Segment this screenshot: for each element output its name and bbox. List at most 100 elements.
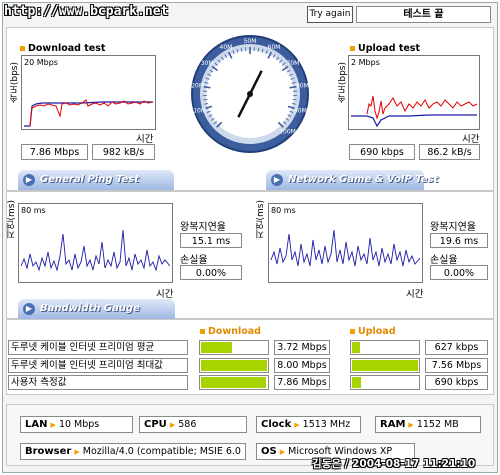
- upload-baseline: [351, 114, 477, 128]
- tab-network-game[interactable]: ▶ Network Game & VoIP Test: [266, 170, 438, 190]
- try-again-button[interactable]: Try again: [307, 6, 353, 23]
- ping-left-loss: 0.00%: [180, 265, 242, 280]
- download-xaxis: 시간: [136, 134, 154, 145]
- download-line: [29, 99, 154, 127]
- ping-right-loss: 0.00%: [430, 265, 488, 280]
- arrow-icon: ▶: [74, 448, 80, 456]
- signature: 김동은 / 2004-08-17 11:21:10: [312, 458, 476, 470]
- arrow-icon: ▶: [169, 421, 176, 429]
- upload-bar: [350, 375, 420, 390]
- ping-right-chart: [270, 229, 421, 267]
- ping-left-latency-label: 왕복지연율: [180, 222, 226, 233]
- upload-bar-fill: [352, 360, 418, 371]
- download-kbs: 982 kB/s: [92, 144, 155, 160]
- bandwidth-row-label: 두루넷 케이블 인터넷 프리미엄 평균: [8, 340, 188, 355]
- ping-left-yaxis: 지연(ms): [7, 200, 17, 239]
- ram-info: RAM ▶ 1152 MB: [375, 416, 481, 433]
- gauge-label: 60M: [268, 44, 281, 51]
- bandwidth-download-header-text: Download: [208, 326, 261, 337]
- lan-info: LAN ▶ 10 Mbps: [20, 416, 133, 433]
- gauge-label: 30M: [201, 60, 214, 67]
- tab-bandwidth-gauge[interactable]: ▶ Bandwidth Gauge: [18, 299, 175, 319]
- gauge-label: 70M: [286, 60, 299, 67]
- download-bar: [199, 375, 269, 390]
- gauge-label: 80M: [296, 83, 309, 90]
- gauge-tick: [203, 85, 211, 89]
- upload-title-text: Upload test: [358, 43, 420, 54]
- bandwidth-row-upload: 627 kbps: [425, 340, 488, 355]
- download-bar-fill: [201, 360, 267, 371]
- bandwidth-upload-header: Upload: [350, 326, 396, 337]
- ping-right-latency: 19.6 ms: [430, 233, 488, 248]
- ping-left-loss-label: 손실율: [180, 255, 208, 266]
- download-bar: [199, 340, 269, 355]
- download-title: Download test: [20, 43, 105, 54]
- browser-value: Mozilla/4.0 (compatible; MSIE 6.0: [82, 446, 241, 457]
- bandwidth-upload-header-text: Upload: [358, 326, 396, 337]
- upload-bar: [350, 340, 420, 355]
- download-bar: [199, 358, 269, 373]
- upload-bar: [350, 358, 420, 373]
- cpu-label: CPU: [144, 419, 167, 430]
- gauge-dial: 10M 20M 30M 40M 50M 60M 70M 80M 90M 100M: [191, 35, 309, 153]
- browser-label: Browser: [25, 446, 72, 457]
- arrow-icon: ▶: [50, 421, 56, 429]
- download-bar-fill: [201, 377, 266, 388]
- arrow-icon: ▶: [408, 421, 414, 429]
- cpu-value: 586: [178, 419, 197, 430]
- gauge-label: 40M: [220, 44, 233, 51]
- ping-right-graph: 80 ms: [268, 203, 423, 283]
- tab-general-ping[interactable]: ▶ General Ping Test: [18, 170, 174, 190]
- gauge-label: 10M: [193, 107, 206, 114]
- bandwidth-row-upload: 690 kbps: [425, 375, 488, 390]
- upload-title: Upload test: [350, 43, 420, 54]
- upload-xaxis: 시간: [462, 134, 480, 145]
- download-bar-fill: [201, 342, 232, 353]
- arrow-icon: ▶: [279, 448, 286, 456]
- ping-right-line: [270, 229, 421, 267]
- download-graph: 20 Mbps: [21, 55, 156, 130]
- tab-bandwidth-gauge-label: Bandwidth Gauge: [40, 303, 140, 314]
- bandwidth-download-header: Download: [200, 326, 261, 337]
- gauge-label: 90M: [294, 107, 307, 114]
- arrow-icon: ▶: [23, 303, 35, 315]
- clock-value: 1513 MHz: [302, 419, 351, 430]
- upload-bar-fill: [352, 342, 360, 353]
- gauge-tick: [203, 98, 208, 101]
- download-yaxis: 속도(bps): [10, 62, 20, 104]
- bandwidth-row-label: 두루넷 케이블 인터넷 프리미엄 최대값: [8, 358, 188, 373]
- arrow-icon: ▶: [271, 174, 283, 186]
- browser-info: Browser ▶ Mozilla/4.0 (compatible; MSIE …: [20, 443, 246, 460]
- lan-label: LAN: [25, 419, 48, 430]
- bandwidth-row-upload: 7.56 Mbps: [425, 358, 488, 373]
- ping-right-loss-label: 손실율: [430, 255, 458, 266]
- ping-right-yaxis: 지연(ms): [256, 200, 266, 239]
- ping-left-graph: 80 ms: [18, 203, 173, 283]
- bandwidth-row-download: 8.00 Mbps: [274, 358, 330, 373]
- ping-right-latency-label: 왕복지연율: [430, 222, 476, 233]
- ping-left-latency: 15.1 ms: [180, 233, 242, 248]
- test-status: 테스트 끝: [356, 6, 491, 23]
- gauge-label: 20M: [191, 83, 204, 90]
- upload-bar-fill: [352, 377, 361, 388]
- download-title-text: Download test: [28, 43, 106, 54]
- arrow-icon: ▶: [294, 421, 300, 429]
- tab-network-game-label: Network Game & VoIP Test: [288, 174, 439, 185]
- speed-gauge: 10M 20M 30M 40M 50M 60M 70M 80M 90M 100M: [190, 34, 310, 154]
- ping-right-xaxis: 시간: [406, 289, 424, 300]
- os-label: OS: [261, 446, 277, 457]
- bandwidth-row-download: 3.72 Mbps: [274, 340, 330, 355]
- ping-left-xaxis: 시간: [156, 289, 174, 300]
- upload-kbps: 690 kbps: [349, 144, 415, 160]
- download-mbps: 7.86 Mbps: [21, 144, 88, 160]
- ping-left-line: [20, 229, 171, 272]
- upload-graph: 2 Mbps: [348, 55, 480, 130]
- clock-info: Clock ▶ 1513 MHz: [256, 416, 361, 433]
- watermark: http://www.bcpark.net: [4, 4, 169, 19]
- cpu-info: CPU ▶ 586: [139, 416, 247, 433]
- bandwidth-row-label: 사용자 측정값: [8, 375, 188, 390]
- gauge-label: 50M: [244, 38, 257, 45]
- ram-value: 1152 MB: [416, 419, 459, 430]
- upload-kbs: 86.2 kB/s: [419, 144, 480, 160]
- upload-chart: [351, 95, 478, 128]
